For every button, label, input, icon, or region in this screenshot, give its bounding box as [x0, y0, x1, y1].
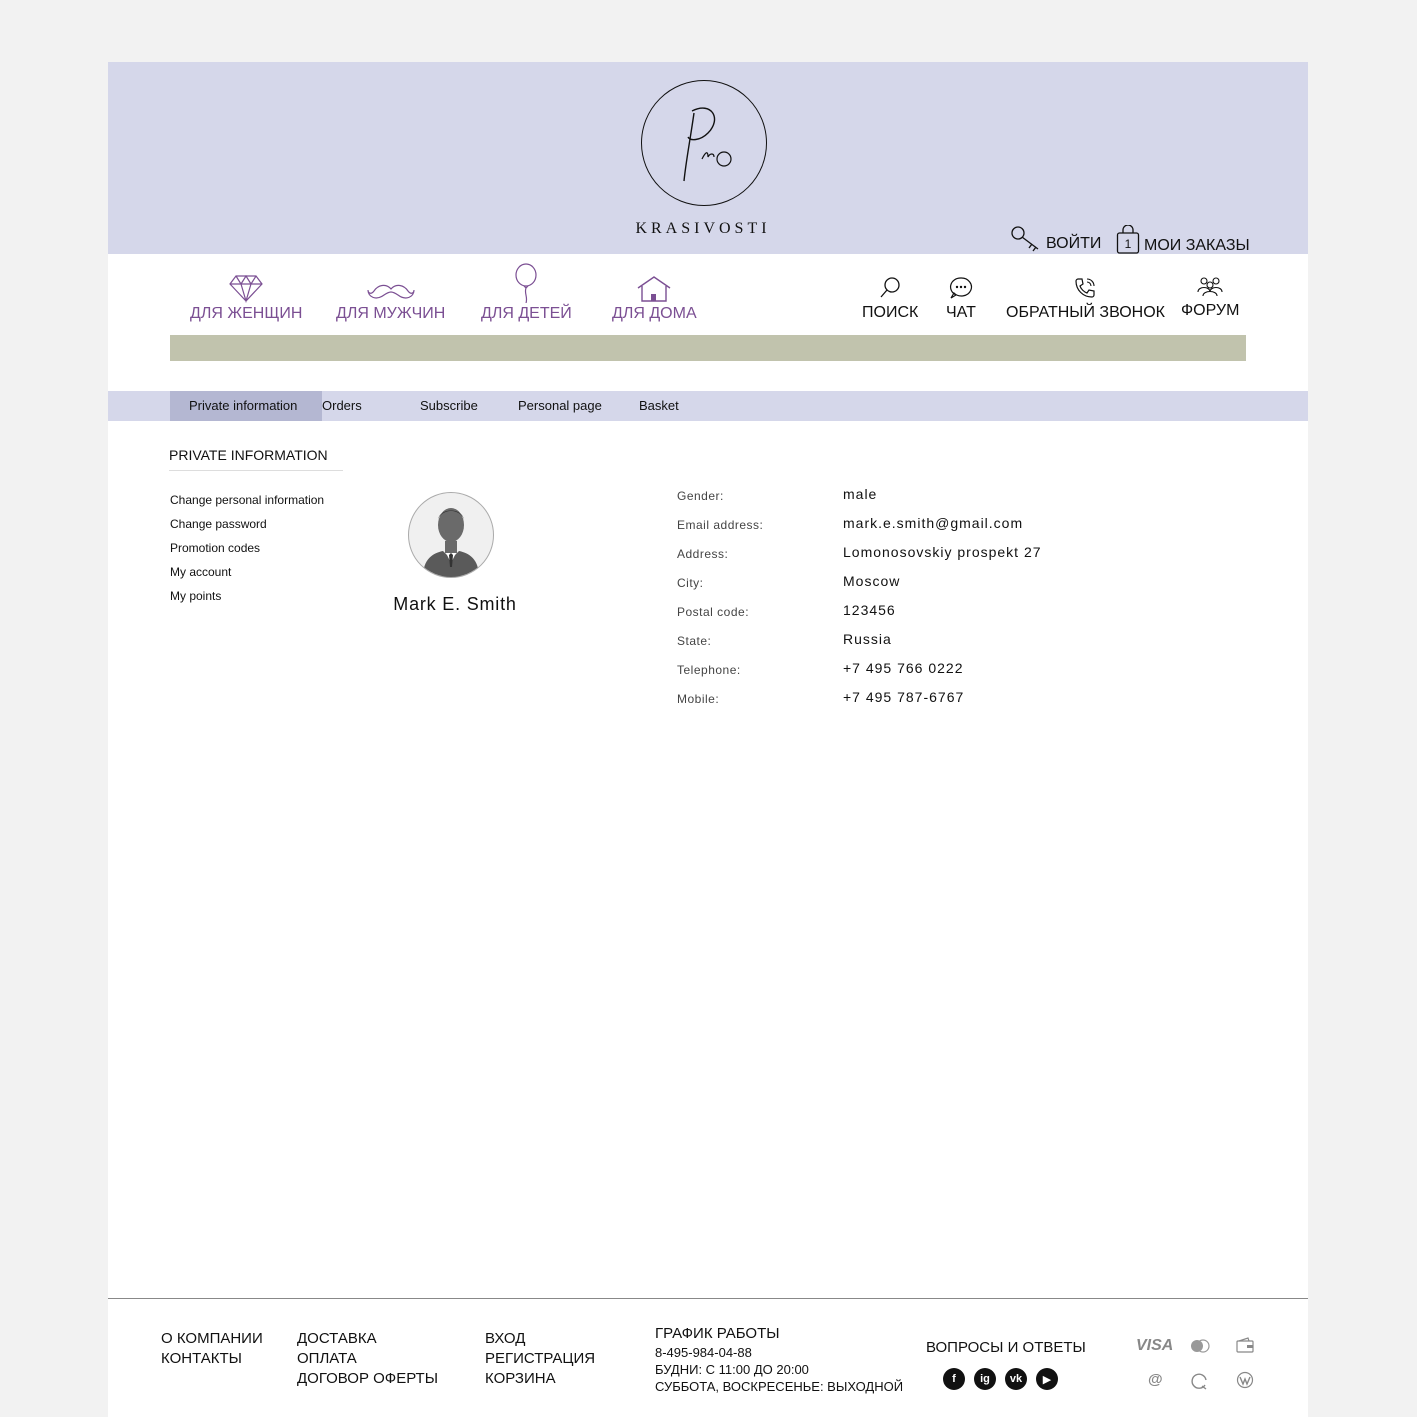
footer-link-about[interactable]: О КОМПАНИИ: [161, 1329, 263, 1349]
field-value: mark.e.smith@gmail.com: [843, 515, 1024, 531]
field-value: male: [843, 486, 878, 502]
footer-divider: [108, 1298, 1308, 1299]
tab-orders[interactable]: Orders: [322, 391, 362, 421]
nav-home[interactable]: ДЛЯ ДОМА: [612, 267, 697, 323]
qiwi-icon: [1190, 1372, 1208, 1393]
field-label: Postal code:: [677, 605, 750, 619]
footer-link-offer[interactable]: ДОГОВОР ОФЕРТЫ: [297, 1369, 438, 1389]
search-icon: [880, 277, 900, 298]
social-links: f ig vk ▶: [943, 1368, 1058, 1390]
sidebar-item-my-points[interactable]: My points: [170, 584, 324, 608]
mail-money-icon: @: [1148, 1371, 1163, 1388]
wallet-icon: [1236, 1337, 1254, 1356]
footer-phone[interactable]: 8-495-984-04-88: [655, 1344, 903, 1361]
forum-link[interactable]: ФОРУМ: [1181, 270, 1239, 320]
diamond-icon: [229, 274, 263, 303]
user-avatar-icon: [423, 508, 479, 577]
webmoney-icon: [1236, 1371, 1254, 1392]
instagram-icon[interactable]: ig: [974, 1368, 996, 1390]
field-label: Gender:: [677, 489, 724, 503]
tab-personal-page[interactable]: Personal page: [518, 391, 602, 421]
balloon-icon: [515, 263, 537, 303]
callback-link[interactable]: ОБРАТНЫЙ ЗВОНОК: [1006, 272, 1165, 322]
orders-label: МОИ ЗАКАЗЫ: [1144, 237, 1250, 254]
avatar: [408, 492, 494, 578]
footer-col-account: ВХОД РЕГИСТРАЦИЯ КОРЗИНА: [485, 1329, 595, 1389]
user-name: Mark E. Smith: [393, 594, 517, 614]
field-label: Mobile:: [677, 692, 720, 706]
orders-count: 1: [1124, 237, 1132, 251]
tab-bar: Private information Orders Subscribe Per…: [108, 391, 1308, 421]
header: KRASIVOSTI ВОЙТИ 1 МОИ ЗАКАЗЫ: [108, 62, 1308, 254]
sidebar-item-change-personal-info[interactable]: Change personal information: [170, 488, 324, 512]
chat-link[interactable]: ЧАТ: [946, 272, 976, 322]
logo-text: KRASIVOSTI: [635, 220, 771, 237]
nav-kids[interactable]: ДЛЯ ДЕТЕЙ: [481, 262, 572, 323]
youtube-icon[interactable]: ▶: [1036, 1368, 1058, 1390]
field-label: Telephone:: [677, 663, 741, 677]
field-value: +7 495 787-6767: [843, 689, 965, 705]
field-label: Address:: [677, 547, 729, 561]
field-label: State:: [677, 634, 712, 648]
schedule-weekend: СУББОТА, ВОСКРЕСЕНЬЕ: ВЫХОДНОЙ: [655, 1379, 904, 1394]
search-link[interactable]: ПОИСК: [862, 272, 918, 322]
nav-women-label: ДЛЯ ЖЕНЩИН: [190, 305, 303, 322]
footer-link-payment[interactable]: ОПЛАТА: [297, 1349, 438, 1369]
footer-link-login[interactable]: ВХОД: [485, 1329, 595, 1349]
login-label: ВОЙТИ: [1046, 235, 1102, 252]
nav-women[interactable]: ДЛЯ ЖЕНЩИН: [190, 267, 302, 323]
vk-icon[interactable]: vk: [1005, 1368, 1027, 1390]
schedule-weekdays: БУДНИ: С 11:00 ДО 20:00: [655, 1362, 809, 1377]
field-label: Email address:: [677, 518, 764, 532]
schedule-title: ГРАФИК РАБОТЫ: [655, 1325, 780, 1342]
tab-subscribe[interactable]: Subscribe: [420, 391, 478, 421]
key-icon: [1011, 226, 1039, 252]
footer-faq-link[interactable]: ВОПРОСЫ И ОТВЕТЫ: [926, 1338, 1086, 1358]
promo-banner[interactable]: [170, 335, 1246, 361]
sidebar-item-my-account[interactable]: My account: [170, 560, 324, 584]
nav-men-label: ДЛЯ МУЖЧИН: [336, 305, 446, 322]
callback-label: ОБРАТНЫЙ ЗВОНОК: [1006, 304, 1165, 321]
login-link[interactable]: ВОЙТИ: [1010, 225, 1101, 253]
footer-link-contacts[interactable]: КОНТАКТЫ: [161, 1349, 263, 1369]
logo-script-icon: [683, 107, 732, 182]
chat-icon: [949, 277, 972, 299]
nav-men[interactable]: ДЛЯ МУЖЧИН: [336, 267, 445, 323]
nav-home-label: ДЛЯ ДОМА: [612, 305, 697, 322]
visa-icon: VISA: [1136, 1337, 1174, 1354]
mastercard-icon: [1190, 1339, 1210, 1356]
footer-link-basket[interactable]: КОРЗИНА: [485, 1369, 595, 1389]
field-label: City:: [677, 576, 704, 590]
sidebar-title: PRIVATE INFORMATION: [169, 447, 343, 471]
mustache-icon: [367, 284, 415, 299]
field-value: 123456: [843, 602, 896, 618]
footer-col-delivery: ДОСТАВКА ОПЛАТА ДОГОВОР ОФЕРТЫ: [297, 1329, 438, 1389]
tab-basket[interactable]: Basket: [639, 391, 679, 421]
sidebar-item-promotion-codes[interactable]: Promotion codes: [170, 536, 324, 560]
logo[interactable]: [641, 80, 767, 206]
footer-link-delivery[interactable]: ДОСТАВКА: [297, 1329, 438, 1349]
page: KRASIVOSTI ВОЙТИ 1 МОИ ЗАКАЗЫ ДЛЯ ЖЕНЩИН…: [108, 62, 1308, 1417]
house-icon: [637, 276, 671, 302]
phone-icon: [1075, 278, 1096, 298]
field-value: Russia: [843, 631, 892, 647]
tab-private-information[interactable]: Private information: [170, 391, 322, 421]
footer-link-register[interactable]: РЕГИСТРАЦИЯ: [485, 1349, 595, 1369]
nav-kids-label: ДЛЯ ДЕТЕЙ: [481, 305, 572, 322]
sidebar-item-change-password[interactable]: Change password: [170, 512, 324, 536]
facebook-icon[interactable]: f: [943, 1368, 965, 1390]
footer-col-company: О КОМПАНИИ КОНТАКТЫ: [161, 1329, 263, 1369]
users-icon: [1197, 277, 1223, 297]
my-orders-link[interactable]: 1 МОИ ЗАКАЗЫ: [1116, 225, 1250, 255]
search-label: ПОИСК: [862, 304, 919, 321]
field-value: Moscow: [843, 573, 901, 589]
sidebar-menu: Change personal information Change passw…: [170, 488, 324, 608]
forum-label: ФОРУМ: [1181, 302, 1240, 319]
footer-schedule: ГРАФИК РАБОТЫ 8-495-984-04-88 БУДНИ: С 1…: [655, 1324, 903, 1395]
field-value: +7 495 766 0222: [843, 660, 964, 676]
chat-label: ЧАТ: [946, 304, 976, 321]
shopping-bag-icon: 1: [1116, 225, 1140, 255]
field-value: Lomonosovskiy prospekt 27: [843, 544, 1042, 560]
